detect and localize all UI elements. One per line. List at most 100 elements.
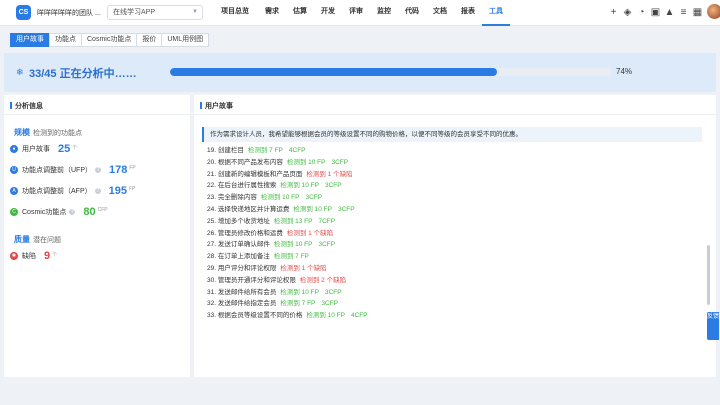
metric-row: A 功能点调整前（AFP）? 195 FP <box>10 184 135 198</box>
story-text: 19. 创建栏目 <box>207 147 244 154</box>
layers-icon[interactable]: ◈ <box>622 6 633 19</box>
chart-pie-icon[interactable]: ◔ <box>636 6 647 19</box>
metric-label: Cosmic功能点 <box>22 209 67 216</box>
help-icon[interactable]: ? <box>69 209 76 215</box>
story-list: 19. 创建栏目 检测到 7 FP 4CFP 20. 根据不同产品发布内容 检测到 10… <box>207 145 702 322</box>
fp-label: 检测到 13 FP <box>273 217 313 225</box>
nav-item-5[interactable]: 监控 <box>370 0 398 26</box>
nav-item-9[interactable]: 工具 <box>482 0 510 26</box>
cfp-label: 7CFP <box>318 217 336 225</box>
tab-2[interactable]: Cosmic功能点 <box>81 33 138 47</box>
story-text: 21. 创建新的编辑模板和产品页面 <box>207 170 303 178</box>
fp-label: 检测到 10 FP <box>286 158 326 166</box>
team-name[interactable]: 咩咩咩咩咩的团队 ... <box>37 8 101 18</box>
story-item[interactable]: 21. 创建新的编辑模板和产品页面 检测到 1 个缺陷 <box>207 169 702 181</box>
cfp-label: 4CFP <box>351 312 368 320</box>
tab-1[interactable]: 功能点 <box>49 33 82 47</box>
help-icon[interactable]: ? <box>95 167 101 173</box>
c-icon: C <box>10 208 18 216</box>
feedback-button[interactable]: 反馈 <box>707 312 719 340</box>
fp-label: 检测到 10 FP <box>306 312 345 320</box>
cfp-label: 3CFP <box>338 205 355 213</box>
nav-item-0[interactable]: 项目总览 <box>214 0 256 26</box>
nav-item-6[interactable]: 代码 <box>398 0 426 26</box>
metric-value: 178 <box>109 164 128 176</box>
nav-item-7[interactable]: 文档 <box>426 0 454 26</box>
tab-0[interactable]: 用户故事 <box>10 33 50 47</box>
sliders-icon[interactable]: ≡ <box>678 6 689 19</box>
metric-row: ✱ 缺陷 9 个 <box>10 249 57 263</box>
bell-icon[interactable]: ▲ <box>664 6 675 19</box>
metric-value: 195 <box>108 185 127 197</box>
cfp-label: 3CFP <box>331 158 349 166</box>
metric-label: 缺陷 <box>22 253 36 260</box>
nav-item-4[interactable]: 评审 <box>342 0 370 26</box>
progress-banner: ❄ 33/45 正在分析中…… 74% <box>4 53 716 92</box>
story-item[interactable]: 33. 根据会员等级设置不同的价格 检测到 10 FP 4CFP <box>207 310 702 322</box>
story-text: 28. 在订单上添加备注 <box>207 253 270 261</box>
metric-row: C Cosmic功能点? 80 CFP <box>10 205 108 219</box>
story-item[interactable]: 24. 选择快递地区并计算运费 检测到 10 FP 3CFP <box>207 204 702 216</box>
story-item[interactable]: 23. 完全删除内容 检测到 10 FP 3CFP <box>207 192 702 204</box>
a-icon: A <box>10 187 18 195</box>
story-item[interactable]: 27. 发送订单确认邮件 检测到 10 FP 3CFP <box>207 239 702 251</box>
story-item[interactable]: 25. 增加多个收货地址 检测到 13 FP 7CFP <box>207 216 702 228</box>
story-item[interactable]: 20. 根据不同产品发布内容 检测到 10 FP 3CFP <box>207 157 702 169</box>
plus-icon[interactable]: + <box>608 6 619 19</box>
story-text: 25. 增加多个收货地址 <box>207 217 270 225</box>
tab-3[interactable]: 报价 <box>136 33 163 47</box>
story-item[interactable]: 29. 用户评分和评论权限 检测到 1 个缺陷 <box>207 263 702 275</box>
tab-4[interactable]: UML用例图 <box>161 33 210 47</box>
nav-item-2[interactable]: 估算 <box>286 0 314 26</box>
defect-label: 检测到 1 个缺陷 <box>286 229 334 237</box>
help-icon[interactable]: ? <box>94 188 101 194</box>
story-item[interactable]: 30. 管理员开通评分和评论权限 检测到 2 个缺陷 <box>207 275 702 287</box>
app-select[interactable]: 在线学习APP ▼ <box>107 5 203 20</box>
nav-item-3[interactable]: 开发 <box>314 0 342 26</box>
story-text: 32. 发送邮件给指定会员 <box>207 300 277 308</box>
story-item[interactable]: 19. 创建栏目 检测到 7 FP 4CFP <box>207 145 702 157</box>
story-text: 31. 发送邮件给所有会员 <box>207 288 277 296</box>
story-text: 20. 根据不同产品发布内容 <box>207 158 283 166</box>
briefcase-icon[interactable]: ▣ <box>650 6 661 19</box>
quality-group-label: 质量 潜在问题 <box>14 235 61 244</box>
cfp-label: 3CFP <box>305 194 323 202</box>
avatar[interactable] <box>707 4 720 19</box>
main-nav: 项目总览 需求 估算 开发 评审 监控 代码 文档 报表 工具 <box>214 0 510 26</box>
cfp-label: 3CFP <box>325 288 342 296</box>
top-bar: CS 咩咩咩咩咩的团队 ... 在线学习APP ▼ 项目总览 需求 估算 开发 评审 监控… <box>0 0 720 26</box>
story-item[interactable]: 32. 发送邮件给指定会员 检测到 7 FP 3CFP <box>207 298 702 310</box>
story-text: 23. 完全删除内容 <box>207 194 257 202</box>
u-icon: U <box>10 166 18 174</box>
scale-group-label: 规模 检测到的功能点 <box>14 128 82 137</box>
scrollbar[interactable] <box>707 245 710 305</box>
grid-icon[interactable]: ▦ <box>692 6 703 19</box>
story-item[interactable]: 31. 发送邮件给所有会员 检测到 10 FP 3CFP <box>207 287 702 299</box>
stories-title: 用户故事 <box>200 101 233 111</box>
sub-tabs: 用户故事 功能点 Cosmic功能点 报价 UML用例图 <box>10 33 210 47</box>
story-item[interactable]: 26. 管理员修改价格和运费 检测到 1 个缺陷 <box>207 228 702 240</box>
metric-value: 25 <box>58 143 71 155</box>
story-item[interactable]: 28. 在订单上添加备注 检测到 7 FP <box>207 251 702 263</box>
bug-icon: ✱ <box>10 252 18 260</box>
fp-label: 检测到 7 FP <box>280 300 316 308</box>
story-text: 26. 管理员修改价格和运费 <box>207 229 283 237</box>
metric-value: 80 <box>83 206 96 218</box>
cfp-label: 3CFP <box>318 241 336 249</box>
metric-unit: 个 <box>72 145 78 151</box>
stories-panel: 用户故事 作为需求设计人员，我希望能够根据会员的等级设置不同的购物价格，以便不同… <box>194 95 716 377</box>
nav-item-1[interactable]: 需求 <box>258 0 286 26</box>
app-logo[interactable]: CS <box>16 5 31 20</box>
progress-bar <box>170 68 612 76</box>
loading-icon: ❄ <box>16 67 24 77</box>
story-text: 29. 用户评分和评论权限 <box>207 264 277 272</box>
fp-label: 检测到 10 FP <box>273 241 313 249</box>
story-description: 作为需求设计人员，我希望能够根据会员的等级设置不同的购物价格，以便不同等级的会员… <box>202 127 702 142</box>
metric-unit: 个 <box>52 252 58 258</box>
app-select-value: 在线学习APP <box>113 9 156 16</box>
nav-item-8[interactable]: 报表 <box>454 0 482 26</box>
story-item[interactable]: 22. 在后台进行属性搜索 检测到 10 FP 3CFP <box>207 180 702 192</box>
fp-label: 检测到 10 FP <box>293 205 332 213</box>
fp-label: 检测到 10 FP <box>260 194 300 202</box>
story-text: 33. 根据会员等级设置不同的价格 <box>207 312 303 320</box>
